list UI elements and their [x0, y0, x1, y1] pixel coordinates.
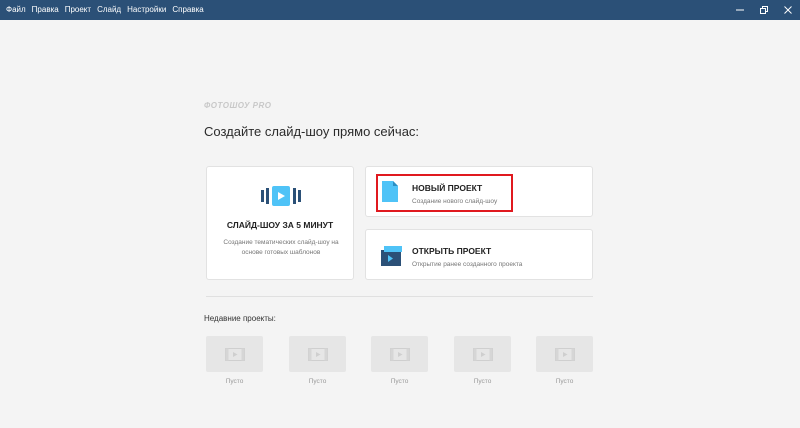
film-strip-icon	[261, 186, 301, 206]
menu-project[interactable]: Проект	[62, 0, 94, 20]
recent-label: Пусто	[555, 378, 574, 385]
recent-project-slot[interactable]: Пусто	[536, 336, 593, 385]
video-placeholder-icon	[224, 347, 245, 361]
open-project-card[interactable]: ОТКРЫТЬ ПРОЕКТ Открытие ранее созданного…	[365, 229, 593, 280]
recent-label: Пусто	[390, 378, 409, 385]
brand-logo: ФОТОШОУ PRO	[204, 101, 272, 110]
minimize-icon	[736, 9, 744, 11]
recent-thumbnail	[536, 336, 593, 372]
video-placeholder-icon	[554, 347, 575, 361]
recent-thumbnail	[371, 336, 428, 372]
recent-project-slot[interactable]: Пусто	[289, 336, 346, 385]
video-placeholder-icon	[389, 347, 410, 361]
close-icon	[784, 6, 792, 14]
menu-slide[interactable]: Слайд	[94, 0, 124, 20]
quick-slideshow-card[interactable]: СЛАЙД-ШОУ ЗА 5 МИНУТ Создание тематическ…	[206, 166, 354, 280]
recent-project-slot[interactable]: Пусто	[454, 336, 511, 385]
recent-thumbnail	[206, 336, 263, 372]
quick-card-title: СЛАЙД-ШОУ ЗА 5 МИНУТ	[226, 220, 334, 230]
recent-label: Пусто	[308, 378, 327, 385]
menu-file[interactable]: Файл	[3, 0, 29, 20]
restore-button[interactable]	[752, 0, 776, 20]
quick-card-description: Создание тематических слайд-шоу на основ…	[223, 239, 339, 256]
recent-project-slot[interactable]: Пусто	[206, 336, 263, 385]
open-project-title: ОТКРЫТЬ ПРОЕКТ	[412, 246, 492, 256]
recent-label: Пусто	[473, 378, 492, 385]
divider	[206, 296, 593, 297]
menu-bar: Файл Правка Проект Слайд Настройки Справ…	[0, 0, 207, 20]
highlight-box	[376, 174, 513, 212]
close-button[interactable]	[776, 0, 800, 20]
menu-settings[interactable]: Настройки	[124, 0, 169, 20]
page-title: Создайте слайд-шоу прямо сейчас:	[204, 124, 420, 139]
title-bar: Файл Правка Проект Слайд Настройки Справ…	[0, 0, 800, 20]
window-controls	[728, 0, 800, 20]
minimize-button[interactable]	[728, 0, 752, 20]
recent-thumbnail	[289, 336, 346, 372]
recent-label: Пусто	[225, 378, 244, 385]
recent-thumbnail	[454, 336, 511, 372]
video-placeholder-icon	[307, 347, 328, 361]
video-placeholder-icon	[472, 347, 493, 361]
restore-icon	[760, 6, 768, 14]
recent-projects-title: Недавние проекты:	[204, 314, 276, 323]
menu-edit[interactable]: Правка	[29, 0, 62, 20]
open-project-subtitle: Открытие ранее созданного проекта	[412, 261, 523, 268]
recent-project-slot[interactable]: Пусто	[371, 336, 428, 385]
menu-help[interactable]: Справка	[169, 0, 206, 20]
open-project-icon	[381, 246, 402, 266]
